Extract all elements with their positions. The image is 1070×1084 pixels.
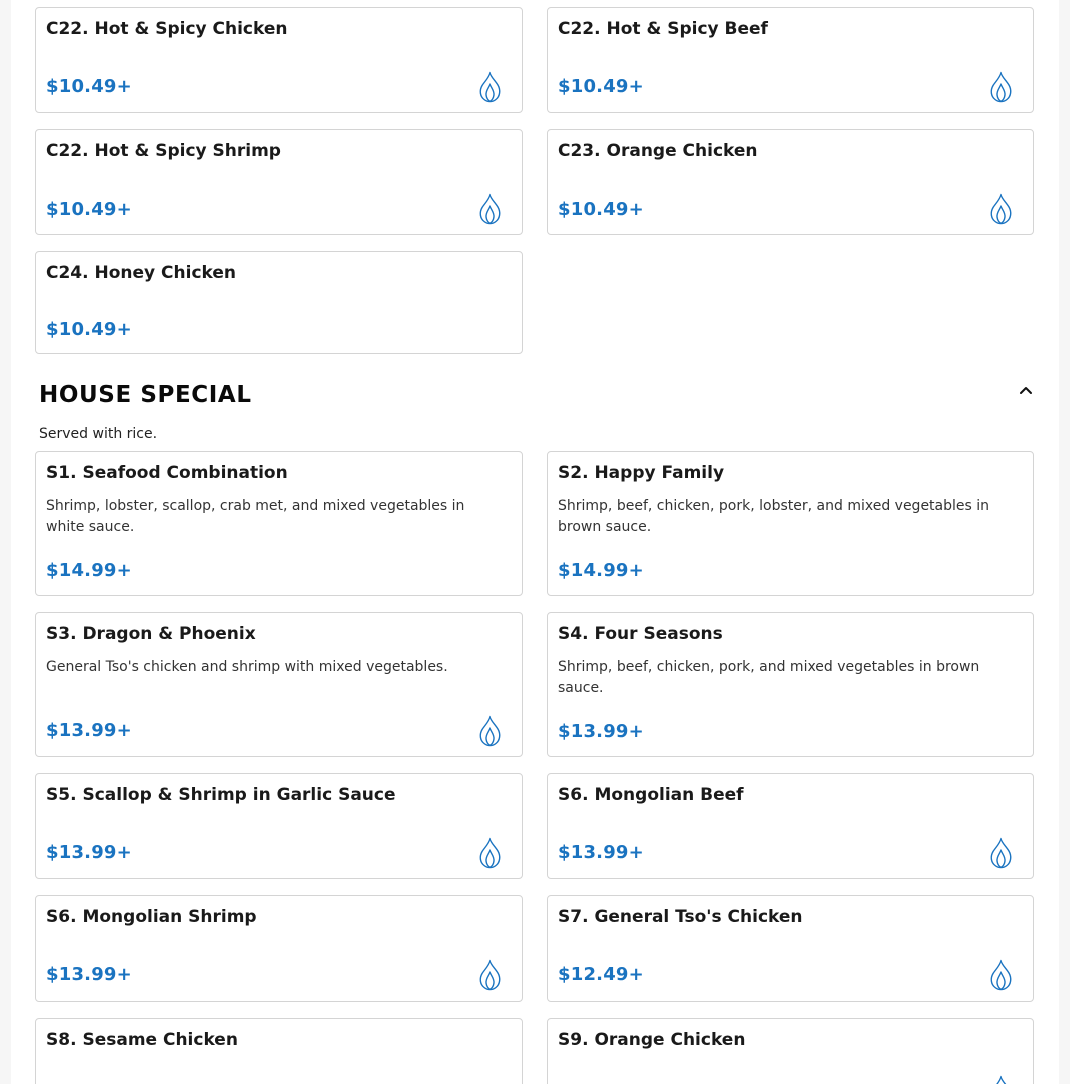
section-title: HOUSE SPECIAL: [39, 382, 252, 408]
item-title: C23. Orange Chicken: [558, 141, 758, 161]
menu-grid-house-special: S1. Seafood Combination Shrimp, lobster,…: [35, 451, 1034, 1084]
item-title: S9. Orange Chicken: [558, 1030, 746, 1050]
menu-item-card[interactable]: S8. Sesame Chicken: [35, 1018, 523, 1084]
section-header-house-special: HOUSE SPECIAL Served with rice.: [39, 380, 1036, 442]
item-price: $13.99+: [558, 721, 644, 742]
menu-item-card[interactable]: C22. Hot & Spicy Shrimp $10.49+: [35, 129, 523, 235]
item-price: $12.49+: [558, 964, 644, 985]
menu-item-card[interactable]: C22. Hot & Spicy Beef $10.49+: [547, 7, 1034, 113]
menu-item-card[interactable]: C22. Hot & Spicy Chicken $10.49+: [35, 7, 523, 113]
item-title: S3. Dragon & Phoenix: [46, 624, 256, 644]
flame-icon: [478, 959, 502, 991]
item-description: Shrimp, beef, chicken, pork, lobster, an…: [558, 498, 990, 535]
menu-item-card[interactable]: S6. Mongolian Shrimp $13.99+: [35, 895, 523, 1002]
flame-icon: [478, 71, 502, 103]
flame-icon: [989, 959, 1013, 991]
item-price: $10.49+: [46, 76, 132, 97]
item-description: General Tso's chicken and shrimp with mi…: [46, 659, 448, 675]
menu-item-card[interactable]: S4. Four Seasons Shrimp, beef, chicken, …: [547, 612, 1034, 757]
item-price: $10.49+: [558, 76, 644, 97]
item-title: C22. Hot & Spicy Beef: [558, 19, 768, 39]
item-title: S8. Sesame Chicken: [46, 1030, 238, 1050]
item-price: $14.99+: [46, 560, 132, 581]
flame-icon: [478, 193, 502, 225]
flame-icon: [989, 1075, 1013, 1084]
menu-item-card[interactable]: S6. Mongolian Beef $13.99+: [547, 773, 1034, 879]
section-subtitle: Served with rice.: [39, 426, 158, 442]
item-title: C22. Hot & Spicy Shrimp: [46, 141, 281, 161]
item-description: Shrimp, lobster, scallop, crab met, and …: [46, 498, 465, 535]
menu-item-card[interactable]: S1. Seafood Combination Shrimp, lobster,…: [35, 451, 523, 596]
flame-icon: [989, 71, 1013, 103]
menu-item-card[interactable]: C23. Orange Chicken $10.49+: [547, 129, 1034, 235]
flame-icon: [478, 715, 502, 747]
item-description: Shrimp, beef, chicken, pork, and mixed v…: [558, 659, 980, 696]
flame-icon: [478, 837, 502, 869]
menu-item-card[interactable]: S5. Scallop & Shrimp in Garlic Sauce $13…: [35, 773, 523, 879]
flame-icon: [989, 837, 1013, 869]
item-price: $10.49+: [558, 199, 644, 220]
item-title: S7. General Tso's Chicken: [558, 907, 803, 927]
item-title: S2. Happy Family: [558, 463, 725, 483]
item-title: C24. Honey Chicken: [46, 263, 237, 283]
chevron-up-icon[interactable]: [1016, 380, 1036, 400]
item-price: $13.99+: [558, 842, 644, 863]
item-title: S6. Mongolian Beef: [558, 785, 744, 805]
menu-page: C22. Hot & Spicy Chicken $10.49+ C22. Ho…: [11, 0, 1059, 1084]
menu-item-card[interactable]: S2. Happy Family Shrimp, beef, chicken, …: [547, 451, 1034, 596]
menu-item-card[interactable]: S3. Dragon & Phoenix General Tso's chick…: [35, 612, 523, 757]
menu-item-card[interactable]: C24. Honey Chicken $10.49+: [35, 251, 523, 354]
flame-icon: [989, 193, 1013, 225]
menu-item-card[interactable]: S9. Orange Chicken: [547, 1018, 1034, 1084]
item-title: S5. Scallop & Shrimp in Garlic Sauce: [46, 785, 396, 805]
menu-grid-top: C22. Hot & Spicy Chicken $10.49+ C22. Ho…: [35, 7, 1034, 354]
item-price: $13.99+: [46, 720, 132, 741]
item-price: $13.99+: [46, 964, 132, 985]
item-price: $10.49+: [46, 319, 132, 340]
item-title: S6. Mongolian Shrimp: [46, 907, 257, 927]
menu-item-card[interactable]: S7. General Tso's Chicken $12.49+: [547, 895, 1034, 1002]
item-title: C22. Hot & Spicy Chicken: [46, 19, 288, 39]
item-price: $14.99+: [558, 560, 644, 581]
item-title: S4. Four Seasons: [558, 624, 723, 644]
item-price: $13.99+: [46, 842, 132, 863]
item-title: S1. Seafood Combination: [46, 463, 288, 483]
item-price: $10.49+: [46, 199, 132, 220]
